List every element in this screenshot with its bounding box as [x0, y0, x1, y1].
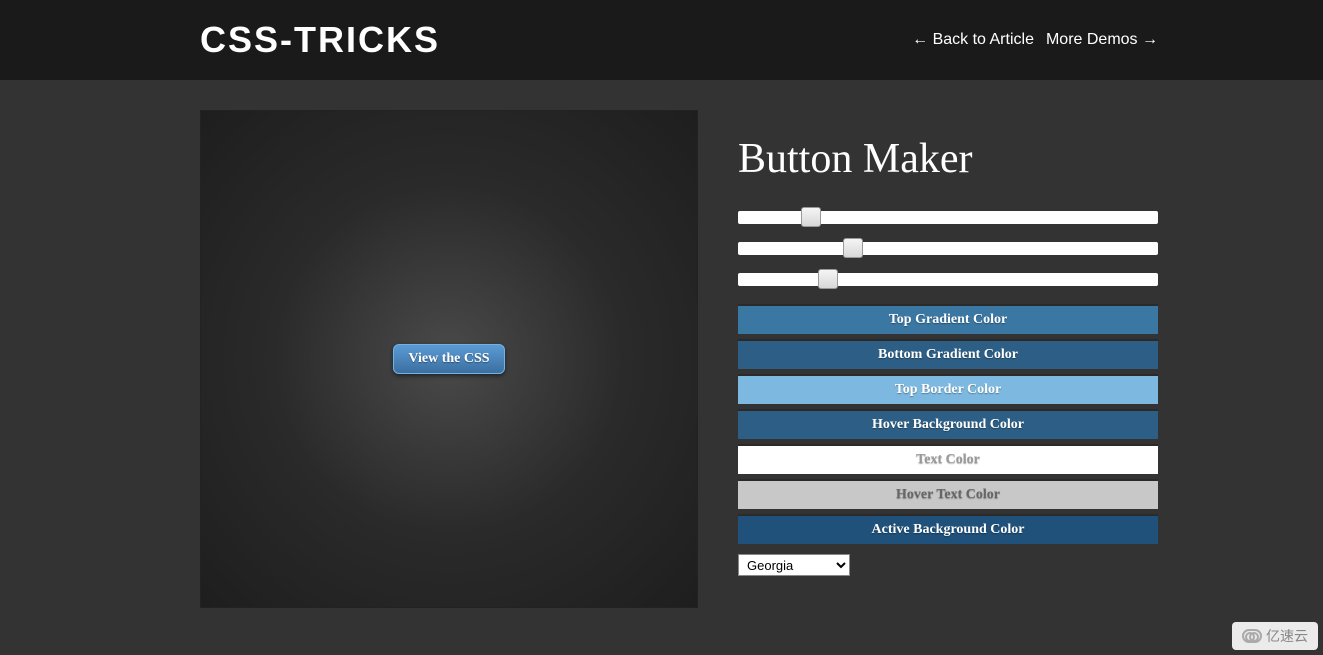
logo: CSS-TRICKS — [200, 19, 440, 61]
slider-1[interactable] — [738, 242, 1158, 255]
sliders-group — [738, 211, 1158, 286]
color-button-3[interactable]: Hover Background Color — [738, 409, 1158, 439]
slider-handle-0[interactable] — [801, 207, 821, 227]
slider-handle-1[interactable] — [843, 238, 863, 258]
more-demos-link[interactable]: More Demos → — [1046, 31, 1158, 49]
page-title: Button Maker — [738, 135, 1158, 183]
controls-panel: Button Maker Top Gradient Color Bottom Gr… — [738, 110, 1158, 608]
color-buttons-group: Top Gradient Color Bottom Gradient Color T… — [738, 304, 1158, 544]
color-button-0[interactable]: Top Gradient Color — [738, 304, 1158, 334]
slider-2[interactable] — [738, 273, 1158, 286]
color-button-6[interactable]: Active Background Color — [738, 514, 1158, 544]
view-css-button[interactable]: View the CSS — [393, 344, 504, 374]
main: View the CSS Button Maker Top Gradient C… — [0, 80, 1323, 608]
color-button-4[interactable]: Text Color — [738, 444, 1158, 474]
slider-0[interactable] — [738, 211, 1158, 224]
watermark: 亿速云 — [1232, 622, 1318, 650]
color-button-5[interactable]: Hover Text Color — [738, 479, 1158, 509]
slider-handle-2[interactable] — [818, 269, 838, 289]
watermark-text: 亿速云 — [1266, 626, 1308, 646]
preview-panel: View the CSS — [200, 110, 698, 608]
header: CSS-TRICKS ← Back to Article More Demos … — [0, 0, 1323, 80]
back-to-article-link[interactable]: ← Back to Article — [912, 31, 1034, 49]
watermark-icon — [1242, 629, 1262, 643]
color-button-2[interactable]: Top Border Color — [738, 374, 1158, 404]
font-select[interactable]: Georgia — [738, 554, 850, 576]
nav-links: ← Back to Article More Demos → — [912, 31, 1158, 49]
color-button-1[interactable]: Bottom Gradient Color — [738, 339, 1158, 369]
